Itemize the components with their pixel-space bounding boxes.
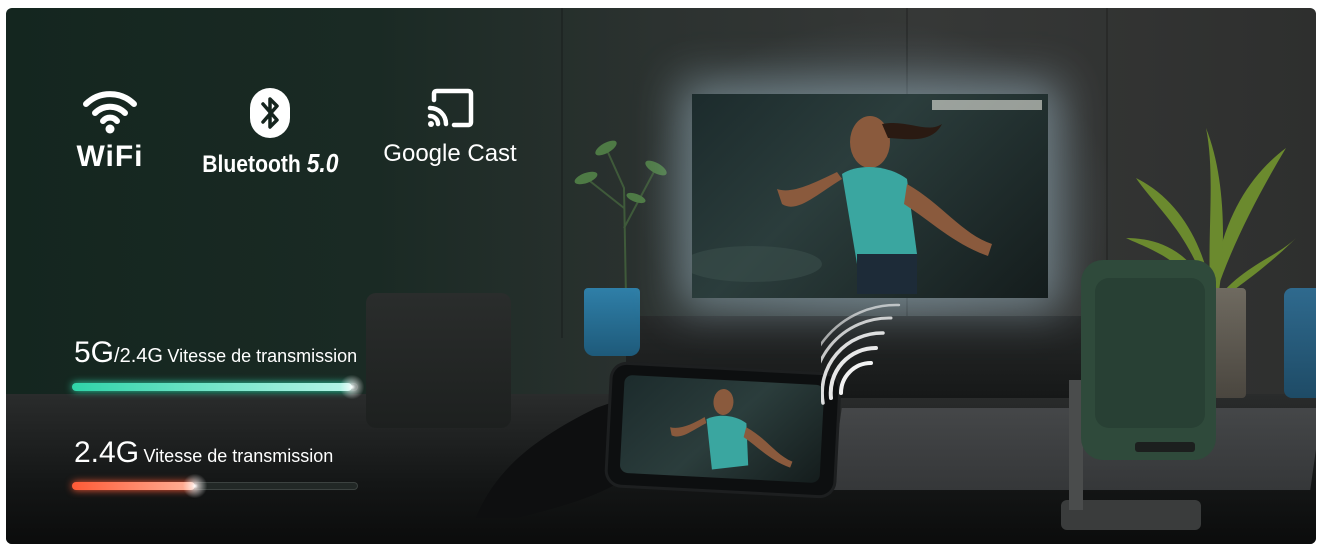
feature-wifi: WiFi [70, 88, 150, 174]
speed-bar-fill-5g [72, 383, 353, 391]
projector [1061, 260, 1216, 530]
plant-left [574, 140, 667, 298]
bluetooth-version: 5.0 [306, 148, 339, 178]
feature-google-cast: Google Cast [375, 88, 525, 168]
speed-bar-24g [72, 472, 358, 500]
smartphone [607, 364, 839, 496]
wifi-icon [83, 91, 137, 134]
cast-icon [427, 88, 474, 128]
speed-label: Vitesse de transmission [167, 346, 358, 366]
bluetooth-icon [250, 88, 290, 138]
feature-bluetooth: Bluetooth 5.0 [195, 88, 345, 179]
cast-label: Google Cast [383, 140, 517, 167]
bluetooth-name: Bluetooth [201, 151, 301, 178]
wall-panel-line [561, 8, 563, 338]
wifi-label: WiFi [76, 140, 144, 173]
speed-bar-fill-24g [72, 482, 195, 490]
phone-screen [619, 374, 825, 484]
speed-bar-5g [72, 373, 368, 401]
signal-waves-icon [821, 303, 901, 405]
band-main: 5G [74, 336, 115, 369]
speed-bar-flare [337, 373, 368, 401]
speed-title-24g: 2.4G Vitesse de transmission [74, 436, 333, 470]
runner-image [692, 100, 1042, 294]
speed-title-5g: 5G/2.4G Vitesse de transmission [74, 336, 357, 370]
blue-vase [584, 288, 640, 356]
phone-runner-image [670, 388, 793, 470]
bluetooth-label: Bluetooth 5.0 [202, 148, 338, 179]
tv-screen [692, 94, 1048, 298]
band-secondary: /2.4G [114, 345, 163, 367]
speed-bar-flare [179, 472, 210, 500]
band-main: 2.4G [74, 436, 140, 469]
speed-label: Vitesse de transmission [143, 446, 334, 466]
